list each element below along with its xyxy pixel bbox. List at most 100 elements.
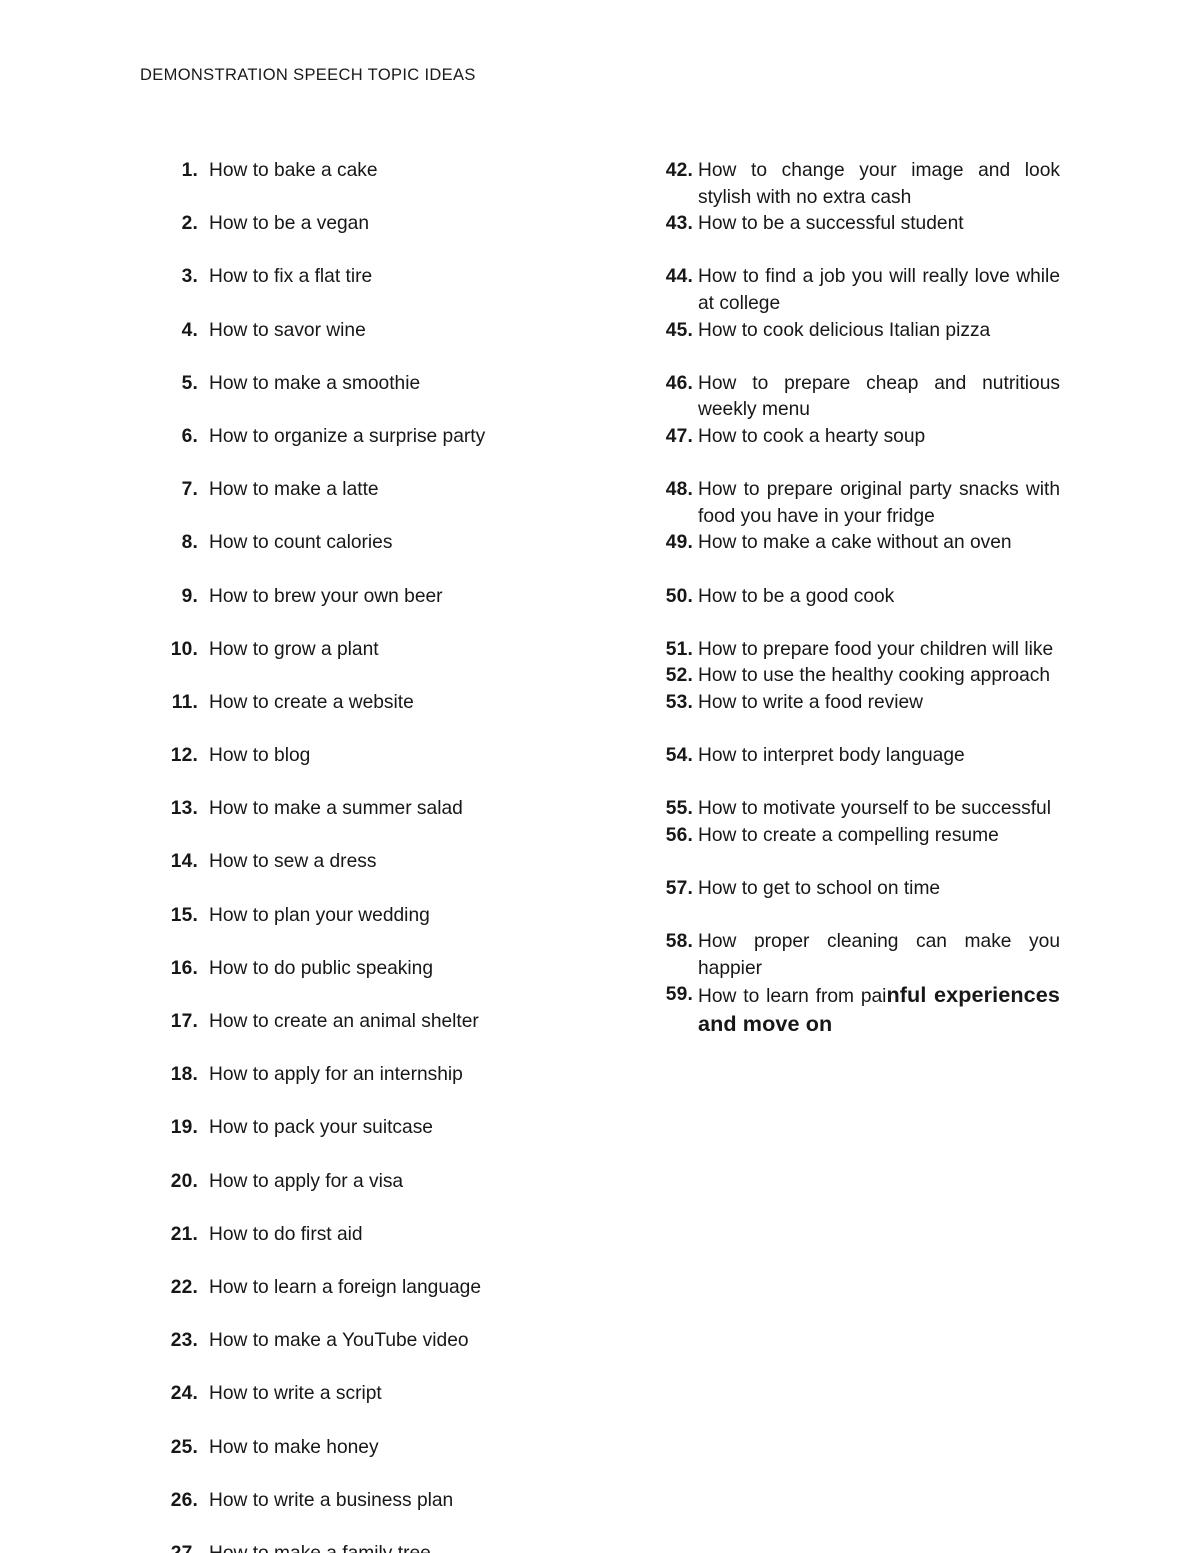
list-item: 47. How to cook a hearty soup	[660, 424, 1060, 477]
list-item-text: How to sew a dress	[209, 851, 377, 873]
list-item-number: 58.	[665, 931, 693, 953]
list-item-text: How to pack your suitcase	[209, 1117, 433, 1139]
list-item-number: 44.	[665, 266, 693, 288]
list-item: 17. How to create an animal shelter	[165, 1009, 655, 1062]
list-item-number: 51.	[665, 638, 693, 660]
list-item: 50. How to be a good cook	[660, 584, 1060, 637]
list-item-number: 8.	[181, 532, 198, 554]
list-item: 48. How to prepare original party snacks …	[660, 477, 1060, 530]
list-item: 10. How to grow a plant	[165, 637, 655, 690]
list-item-text: How to grow a plant	[209, 638, 379, 660]
list-item-text: How to do public speaking	[209, 957, 433, 979]
list-item-text: How to make a family tree	[209, 1541, 655, 1553]
list-item-text: How to make a latte	[209, 479, 379, 501]
list-item-text: How to prepare food your children will l…	[698, 638, 1054, 660]
list-item-number: 25.	[170, 1436, 198, 1458]
topic-list-right: 42. How to change your image and look sty…	[660, 158, 1060, 1040]
right-column: 42. How to change your image and look sty…	[660, 158, 1060, 1040]
list-item: 19. How to pack your suitcase	[165, 1115, 655, 1168]
list-item-number: 54.	[665, 745, 693, 767]
list-item-text: How to plan your wedding	[209, 904, 430, 926]
list-item: 54. How to interpret body language	[660, 743, 1060, 796]
list-item-text: How to make a smoothie	[209, 372, 421, 394]
list-item-number: 43.	[665, 213, 693, 235]
list-item-text: How to interpret body language	[698, 745, 965, 767]
list-item: 8. How to count calories	[165, 530, 655, 583]
list-item-text: How to make a cake without an oven	[698, 532, 1012, 554]
list-item-text: How to learn a foreign language	[209, 1276, 482, 1298]
list-item: 21. How to do first aid	[165, 1222, 655, 1275]
list-item: 13. How to make a summer salad	[165, 796, 655, 849]
list-item-number: 19.	[170, 1117, 198, 1139]
list-item: 15. How to plan your wedding	[165, 903, 655, 956]
list-item-text: How to be a good cook	[698, 585, 895, 607]
list-item-text: How to organize a surprise party	[209, 425, 486, 447]
list-item-text: How to cook a hearty soup	[698, 425, 926, 447]
list-item-text: How to learn from painful experiences an…	[698, 982, 1060, 1039]
list-item-text: How to create a compelling resume	[698, 824, 999, 846]
list-item: 45. How to cook delicious Italian pizza	[660, 318, 1060, 371]
list-item: 27. How to make a family tree	[165, 1541, 655, 1553]
list-item: 25. How to make honey	[165, 1435, 655, 1488]
list-item-number: 20.	[170, 1170, 198, 1192]
list-item-text: How to be a vegan	[209, 213, 370, 235]
list-item-text: How to use the healthy cooking approach	[698, 665, 1050, 687]
list-item-number: 2.	[181, 213, 198, 235]
list-item: 22. How to learn a foreign language	[165, 1275, 655, 1328]
list-item: 46. How to prepare cheap and nutritious w…	[660, 371, 1060, 424]
list-item-number: 21.	[170, 1223, 198, 1245]
list-item: 4. How to savor wine	[165, 318, 655, 371]
list-item: 58. How proper cleaning can make you happ…	[660, 929, 1060, 982]
list-item-text: How to write a food review	[698, 691, 924, 713]
list-item: 18. How to apply for an internship	[165, 1062, 655, 1115]
list-item-text: How to be a successful student	[698, 213, 964, 235]
list-item-number: 7.	[181, 479, 198, 501]
list-item-number: 24.	[170, 1383, 198, 1405]
list-item-number: 12.	[170, 745, 198, 767]
list-item: 16. How to do public speaking	[165, 956, 655, 1009]
list-item: 44. How to find a job you will really lov…	[660, 264, 1060, 317]
list-item: 2. How to be a vegan	[165, 211, 655, 264]
list-item: 12. How to blog	[165, 743, 655, 796]
list-item-number: 4.	[181, 319, 198, 341]
list-item-number: 22.	[170, 1276, 198, 1298]
list-item-text: How to make honey	[209, 1436, 379, 1458]
list-item-text-normal: How to learn from pai	[698, 986, 887, 1008]
list-item: 11. How to create a website	[165, 690, 655, 743]
list-item-text: How to brew your own beer	[209, 585, 443, 607]
list-item-number: 11.	[171, 691, 198, 713]
list-item-text: How to change your image and look stylis…	[698, 160, 1060, 208]
list-item-number: 59.	[665, 984, 693, 1006]
list-item-number: 17.	[170, 1011, 198, 1032]
list-item-text: How proper cleaning can make you happier	[698, 931, 1060, 979]
two-column-layout: 1. How to bake a cake 2. How to be a vegan 3…	[0, 158, 1200, 1553]
list-item: 3. How to fix a flat tire	[165, 264, 655, 317]
list-item: 59. How to learn from painful experiences…	[660, 982, 1060, 1039]
list-item: 6. How to organize a surprise party	[165, 424, 655, 477]
list-item-number: 45.	[665, 319, 693, 341]
list-item-text: How to fix a flat tire	[209, 266, 373, 288]
list-item: 42. How to change your image and look sty…	[660, 158, 1060, 211]
page-title: DEMONSTRATION SPEECH TOPIC IDEAS	[140, 66, 476, 84]
list-item-text: How to create a website	[209, 691, 414, 713]
list-item: 57. How to get to school on time	[660, 876, 1060, 929]
list-item-text: How to cook delicious Italian pizza	[698, 319, 991, 341]
list-item-text: How to prepare original party snacks wit…	[698, 479, 1060, 527]
list-item-number: 50.	[665, 585, 693, 607]
list-item-text: How to blog	[209, 745, 311, 767]
list-item-text: How to bake a cake	[209, 160, 378, 181]
list-item: 53. How to write a food review	[660, 690, 1060, 743]
list-item-number: 26.	[170, 1489, 198, 1511]
topic-list-left: 1. How to bake a cake 2. How to be a vegan 3…	[165, 158, 655, 1553]
list-item-text: How to apply for a visa	[209, 1170, 404, 1192]
list-item: 14. How to sew a dress	[165, 849, 655, 902]
list-item-number: 57.	[665, 878, 693, 900]
list-item-text: How to create an animal shelter	[209, 1011, 479, 1032]
document-page: DEMONSTRATION SPEECH TOPIC IDEAS 1. How t…	[0, 0, 1200, 1553]
list-item-text: How to motivate yourself to be successfu…	[698, 798, 1051, 820]
list-item-number: 13.	[170, 798, 198, 820]
list-item-number: 9.	[181, 585, 198, 607]
list-item-number: 49.	[665, 532, 693, 554]
list-item-text: How to prepare cheap and nutritious week…	[698, 372, 1060, 421]
list-item-text: How to apply for an internship	[209, 1064, 463, 1086]
